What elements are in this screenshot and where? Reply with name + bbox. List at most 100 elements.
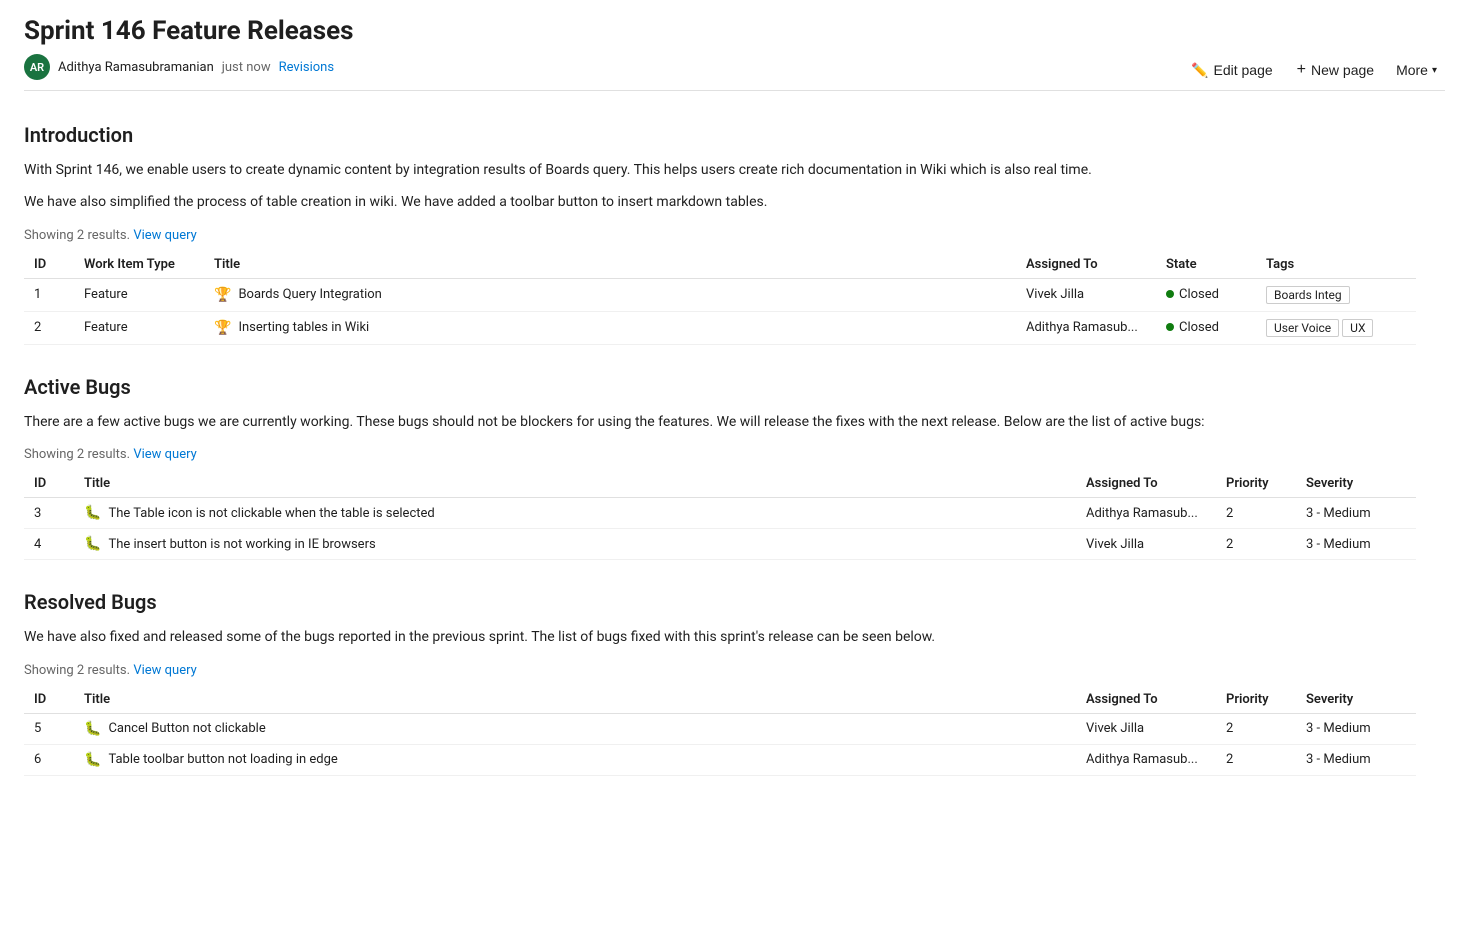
cell-severity: 3 - Medium <box>1296 498 1416 529</box>
resolved-bugs-para: We have also fixed and released some of … <box>24 626 1416 648</box>
status-dot <box>1166 323 1174 331</box>
revisions-link[interactable]: Revisions <box>279 60 334 75</box>
introduction-heading: Introduction <box>24 123 1416 147</box>
cell-title: 🏆 Inserting tables in Wiki <box>204 311 1016 344</box>
feature-icon: 🏆 <box>214 320 231 336</box>
th-bug-id: ID <box>24 470 74 498</box>
resolved-bugs-heading: Resolved Bugs <box>24 590 1416 614</box>
feature-icon: 🏆 <box>214 287 231 303</box>
meta-time: just now <box>222 60 271 75</box>
th-type: Work Item Type <box>74 251 204 279</box>
table-row: 6 🐛 Table toolbar button not loading in … <box>24 744 1416 775</box>
cell-tags: User VoiceUX <box>1256 311 1416 344</box>
active-results-count: Showing 2 results. <box>24 447 130 462</box>
cell-type: Feature <box>74 311 204 344</box>
table-row: 3 🐛 The Table icon is not clickable when… <box>24 498 1416 529</box>
tag-badge: User Voice <box>1266 319 1339 337</box>
th-res-assigned: Assigned To <box>1076 686 1216 714</box>
resolved-results-count: Showing 2 results. <box>24 663 130 678</box>
cell-priority: 2 <box>1216 498 1296 529</box>
cell-title: 🐛 Cancel Button not clickable <box>74 713 1076 744</box>
intro-view-query-link[interactable]: View query <box>133 228 196 243</box>
table-row: 4 🐛 The insert button is not working in … <box>24 529 1416 560</box>
cell-state: Closed <box>1156 311 1256 344</box>
chevron-down-icon: ▾ <box>1432 65 1437 76</box>
bug-icon: 🐛 <box>84 752 101 768</box>
th-res-title: Title <box>74 686 1076 714</box>
cell-title: 🐛 The insert button is not working in IE… <box>74 529 1076 560</box>
cell-assigned: Adithya Ramasub... <box>1076 744 1216 775</box>
table-row: 1 Feature 🏆 Boards Query Integration Viv… <box>24 278 1416 311</box>
th-title: Title <box>204 251 1016 279</box>
cell-priority: 2 <box>1216 529 1296 560</box>
th-id: ID <box>24 251 74 279</box>
th-bug-priority: Priority <box>1216 470 1296 498</box>
cell-severity: 3 - Medium <box>1296 713 1416 744</box>
more-label: More <box>1396 62 1428 78</box>
tag-badge: UX <box>1342 319 1373 337</box>
active-view-query-link[interactable]: View query <box>133 447 196 462</box>
cell-assigned: Vivek Jilla <box>1076 529 1216 560</box>
avatar: AR <box>24 54 50 80</box>
cell-tags: Boards Integ <box>1256 278 1416 311</box>
cell-id: 4 <box>24 529 74 560</box>
intro-table: ID Work Item Type Title Assigned To Stat… <box>24 251 1416 345</box>
author-name: Adithya Ramasubramanian <box>58 60 214 75</box>
cell-title: 🐛 The Table icon is not clickable when t… <box>74 498 1076 529</box>
cell-state: Closed <box>1156 278 1256 311</box>
resolved-query-meta: Showing 2 results. View query <box>24 663 1416 678</box>
intro-query-meta: Showing 2 results. View query <box>24 228 1416 243</box>
new-page-label: New page <box>1311 62 1374 78</box>
cell-title: 🏆 Boards Query Integration <box>204 278 1016 311</box>
cell-assigned: Vivek Jilla <box>1016 278 1156 311</box>
title-text: The insert button is not working in IE b… <box>108 537 375 552</box>
th-res-id: ID <box>24 686 74 714</box>
cell-id: 5 <box>24 713 74 744</box>
th-bug-assigned: Assigned To <box>1076 470 1216 498</box>
more-button[interactable]: More ▾ <box>1388 57 1445 83</box>
cell-priority: 2 <box>1216 713 1296 744</box>
title-text: The Table icon is not clickable when the… <box>108 506 434 521</box>
table-row: 2 Feature 🏆 Inserting tables in Wiki Adi… <box>24 311 1416 344</box>
cell-severity: 3 - Medium <box>1296 529 1416 560</box>
status-dot <box>1166 290 1174 298</box>
th-bug-severity: Severity <box>1296 470 1416 498</box>
active-query-meta: Showing 2 results. View query <box>24 447 1416 462</box>
cell-severity: 3 - Medium <box>1296 744 1416 775</box>
intro-results-count: Showing 2 results. <box>24 228 130 243</box>
resolved-view-query-link[interactable]: View query <box>133 663 196 678</box>
th-res-priority: Priority <box>1216 686 1296 714</box>
toolbar-right: ✏️ Edit page + New page More ▾ <box>1181 56 1445 84</box>
title-text: Table toolbar button not loading in edge <box>108 752 337 767</box>
resolved-bugs-section: Resolved Bugs We have also fixed and rel… <box>24 590 1416 775</box>
cell-id: 3 <box>24 498 74 529</box>
resolved-bugs-table: ID Title Assigned To Priority Severity 5… <box>24 686 1416 776</box>
cell-id: 1 <box>24 278 74 311</box>
cell-assigned: Adithya Ramasub... <box>1016 311 1156 344</box>
new-page-button[interactable]: + New page <box>1287 56 1384 84</box>
th-state: State <box>1156 251 1256 279</box>
cell-priority: 2 <box>1216 744 1296 775</box>
active-bugs-table: ID Title Assigned To Priority Severity 3… <box>24 470 1416 560</box>
cell-assigned: Vivek Jilla <box>1076 713 1216 744</box>
th-bug-title: Title <box>74 470 1076 498</box>
cell-title: 🐛 Table toolbar button not loading in ed… <box>74 744 1076 775</box>
edit-page-label: Edit page <box>1214 62 1273 78</box>
edit-page-button[interactable]: ✏️ Edit page <box>1181 57 1283 84</box>
title-text: Inserting tables in Wiki <box>238 320 369 335</box>
th-res-severity: Severity <box>1296 686 1416 714</box>
cell-assigned: Adithya Ramasub... <box>1076 498 1216 529</box>
tag-badge: Boards Integ <box>1266 286 1350 304</box>
table-row: 5 🐛 Cancel Button not clickable Vivek Ji… <box>24 713 1416 744</box>
edit-icon: ✏️ <box>1191 62 1208 79</box>
bug-icon: 🐛 <box>84 721 101 737</box>
active-bugs-para: There are a few active bugs we are curre… <box>24 411 1416 433</box>
th-assigned: Assigned To <box>1016 251 1156 279</box>
intro-para-2: We have also simplified the process of t… <box>24 191 1416 213</box>
active-bugs-section: Active Bugs There are a few active bugs … <box>24 375 1416 560</box>
bug-icon: 🐛 <box>84 536 101 552</box>
active-bugs-heading: Active Bugs <box>24 375 1416 399</box>
plus-icon: + <box>1297 61 1306 79</box>
th-tags: Tags <box>1256 251 1416 279</box>
introduction-section: Introduction With Sprint 146, we enable … <box>24 123 1416 345</box>
